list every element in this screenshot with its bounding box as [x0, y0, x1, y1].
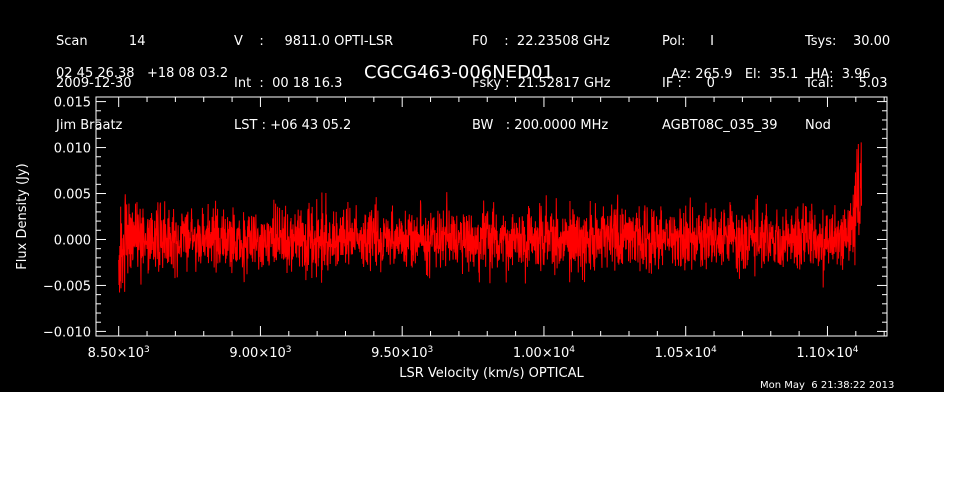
plot-frame — [95, 96, 888, 337]
y-tick-label: 0.005 — [54, 188, 91, 203]
tick-marks — [96, 97, 887, 336]
spectrum-chart: 8.50×103 9.00×103 9.50×103 1.00×104 1.05×104… — [15, 96, 888, 381]
y-tick-label: −0.010 — [43, 325, 91, 340]
spectrum-series-line — [118, 142, 862, 293]
spectrum-trace-group — [118, 142, 862, 293]
y-axis-label: Flux Density (Jy) — [15, 163, 30, 269]
y-tick-label: −0.005 — [43, 279, 91, 294]
y-tick-label: 0.010 — [54, 142, 91, 157]
x-tick-label: 9.50×103 — [371, 345, 433, 361]
x-tick-label: 1.00×104 — [513, 345, 575, 361]
x-tick-labels: 8.50×103 9.00×103 9.50×103 1.00×104 1.05×104… — [88, 345, 859, 361]
x-axis-label: LSR Velocity (km/s) OPTICAL — [399, 366, 584, 381]
x-tick-label: 1.10×104 — [796, 345, 858, 361]
y-tick-label: 0.000 — [54, 233, 91, 248]
y-tick-labels: 0.015 0.010 0.005 0.000 −0.005 −0.010 — [43, 96, 91, 341]
x-tick-label: 1.05×104 — [655, 345, 717, 361]
y-tick-label: 0.015 — [54, 96, 91, 111]
x-tick-label: 9.00×103 — [229, 345, 291, 361]
x-tick-label: 8.50×103 — [88, 345, 150, 361]
